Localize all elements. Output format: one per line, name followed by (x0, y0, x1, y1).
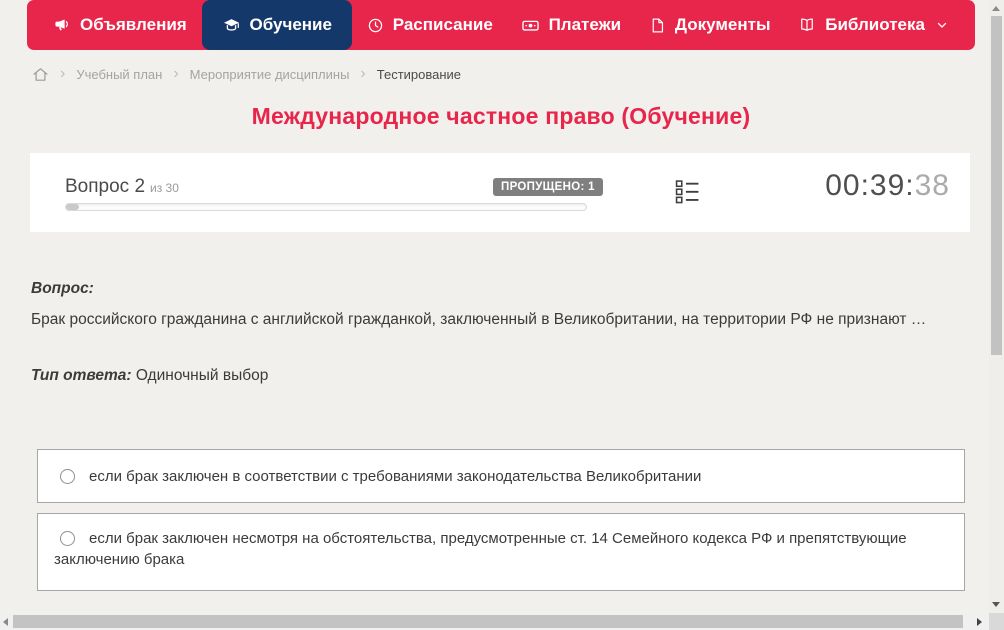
nav-item-library[interactable]: Библиотека (785, 0, 961, 50)
radio-icon[interactable] (60, 531, 75, 546)
question-progress-fill (66, 204, 79, 210)
nav-item-schedule[interactable]: Расписание (354, 0, 506, 50)
answer-option-text: если брак заключен в соответствии с треб… (89, 468, 702, 485)
nav-item-payments[interactable]: Платежи (508, 0, 635, 50)
scrollbar-corner (989, 613, 1004, 630)
nav-item-label: Документы (674, 15, 771, 34)
nav-item-label: Библиотека (825, 15, 925, 34)
answer-option-1[interactable]: если брак заключен в соответствии с треб… (37, 449, 965, 503)
chevron-down-icon (936, 19, 948, 31)
nav-item-label: Обучение (249, 15, 332, 34)
question-label: Вопрос: (31, 280, 94, 297)
skipped-badge: ПРОПУЩЕНО: 1 (493, 178, 603, 196)
horizontal-scrollbar[interactable] (0, 613, 989, 630)
scroll-down-arrow-icon[interactable] (992, 602, 1000, 607)
breadcrumb-separator: › (60, 64, 66, 82)
nav-item-documents[interactable]: Документы (636, 0, 784, 50)
answers-list: если брак заключен в соответствии с треб… (37, 449, 965, 591)
breadcrumb-item-testing: Тестирование (376, 67, 462, 82)
breadcrumb-separator: › (173, 64, 179, 82)
horizontal-scrollbar-thumb[interactable] (13, 615, 963, 628)
breadcrumb: › Учебный план › Мероприятие дисциплины … (32, 60, 975, 89)
megaphone-icon (54, 17, 71, 34)
question-header-panel: Вопрос 2 из 30 ПРОПУЩЕНО: 1 00:39:38 (30, 153, 970, 232)
book-icon (798, 16, 816, 34)
nav-item-label: Объявления (80, 15, 187, 34)
radio-icon[interactable] (60, 469, 75, 484)
answer-type-label: Тип ответа: (31, 367, 132, 384)
question-total: из 30 (150, 181, 179, 195)
page-title: Международное частное право (Обучение) (251, 103, 751, 129)
breadcrumb-item-discipline-event[interactable]: Мероприятие дисциплины (190, 67, 350, 82)
question-number-label: Вопрос 2 (65, 176, 146, 197)
answer-type-row: Тип ответа: Одиночный выбор (31, 367, 971, 385)
nav-item-label: Расписание (392, 15, 493, 34)
clock-icon (367, 17, 384, 34)
timer-seconds: 38 (914, 169, 950, 202)
scroll-left-arrow-icon[interactable] (3, 617, 8, 626)
scroll-up-arrow-icon[interactable] (992, 6, 1000, 11)
home-icon[interactable] (32, 66, 49, 83)
timer-minutes: 00:39: (825, 169, 915, 202)
breadcrumb-separator: › (360, 64, 366, 82)
answer-type-value: Одиночный выбор (135, 367, 269, 384)
document-icon (649, 17, 666, 34)
scroll-right-arrow-icon[interactable] (977, 617, 982, 626)
nav-item-learning[interactable]: Обучение (201, 0, 352, 50)
question-text: Брак российского гражданина с английской… (31, 311, 927, 328)
nav-item-label: Платежи (548, 15, 622, 34)
main-content: Объявления Обучение Расписание Платежи Д… (27, 0, 975, 591)
question-list-icon (675, 179, 700, 207)
breadcrumb-item-curriculum[interactable]: Учебный план (76, 67, 162, 82)
question-section: Вопрос: Брак российского гражданина с ан… (31, 280, 971, 385)
question-list-button[interactable] (673, 179, 701, 207)
graduation-cap-icon (222, 16, 241, 35)
question-progress-bar (65, 203, 587, 211)
nav-item-announcements[interactable]: Объявления (41, 0, 200, 50)
top-navigation: Объявления Обучение Расписание Платежи Д… (27, 0, 975, 50)
banknote-icon (521, 16, 540, 35)
vertical-scrollbar[interactable] (989, 0, 1004, 613)
vertical-scrollbar-thumb[interactable] (991, 16, 1002, 355)
answer-option-text: если брак заключен несмотря на обстоятел… (54, 530, 907, 568)
question-number: Вопрос 2 из 30 (65, 176, 179, 198)
answer-option-2[interactable]: если брак заключен несмотря на обстоятел… (37, 513, 965, 591)
test-timer: 00:39:38 (825, 169, 950, 203)
